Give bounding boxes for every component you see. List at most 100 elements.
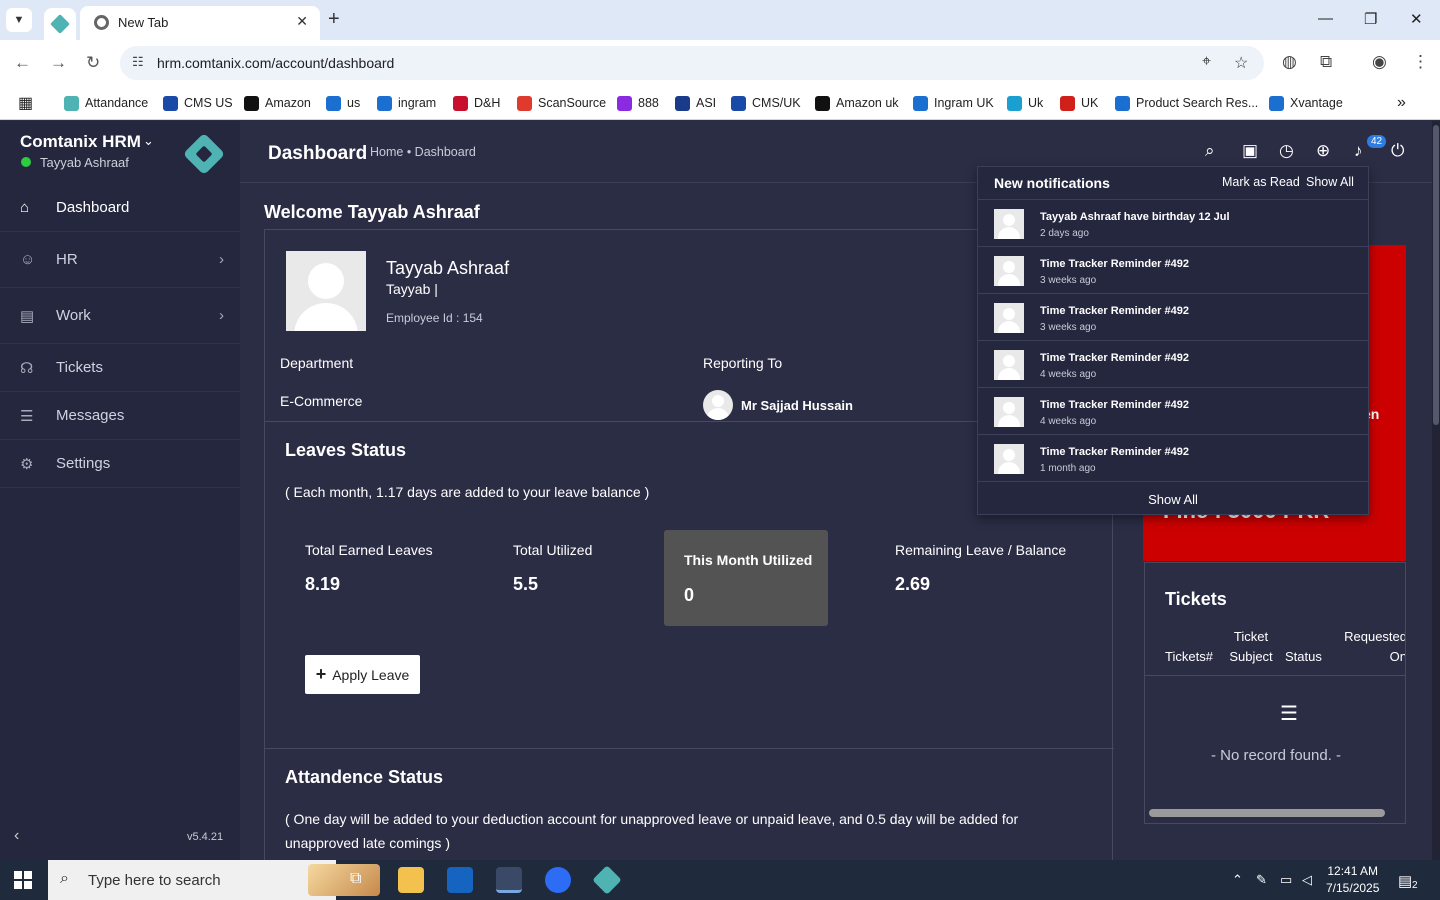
screen: ▼ New Tab ✕ + — ❐ ✕ ← → ↻ ☷ hrm.comtanix… bbox=[0, 0, 1440, 900]
file-explorer-icon[interactable] bbox=[398, 867, 424, 893]
notification-item[interactable]: Tayyab Ashraaf have birthday 12 Jul 2 da… bbox=[978, 199, 1368, 246]
new-tab-button[interactable]: + bbox=[328, 9, 340, 29]
notification-text: Tayyab Ashraaf have birthday 12 Jul bbox=[1040, 211, 1230, 223]
stat-remaining-label: Remaining Leave / Balance bbox=[895, 542, 1067, 558]
forward-button[interactable]: → bbox=[50, 53, 67, 73]
active-tab[interactable]: New Tab ✕ bbox=[80, 6, 320, 40]
sidebar-item-dashboard[interactable]: ⌂ Dashboard bbox=[0, 184, 240, 232]
bookmark-favicon-icon bbox=[913, 95, 928, 111]
list-icon: ☰ bbox=[1280, 703, 1298, 725]
amazon-icon bbox=[815, 95, 830, 111]
bookmark-uk-2[interactable]: UK bbox=[1060, 93, 1098, 113]
bookmark-amazon[interactable]: Amazon bbox=[244, 93, 311, 113]
page-scrollbar[interactable] bbox=[1432, 121, 1440, 860]
menu-icon[interactable]: ⋮ bbox=[1412, 52, 1429, 72]
breadcrumb[interactable]: Home • Dashboard bbox=[370, 145, 476, 159]
bookmark-scansource[interactable]: ScanSource bbox=[517, 93, 606, 113]
windows-start-icon[interactable] bbox=[14, 871, 32, 889]
mark-as-read-link[interactable]: Mark as Read bbox=[1222, 175, 1300, 189]
bookmark-xvantage[interactable]: Xvantage bbox=[1269, 93, 1343, 113]
minimize-button[interactable]: — bbox=[1318, 10, 1333, 27]
apply-leave-label: Apply Leave bbox=[332, 666, 410, 683]
notification-item[interactable]: Time Tracker Reminder #492 1 month ago bbox=[978, 434, 1368, 481]
action-center-count: 2 bbox=[1412, 880, 1418, 891]
bookmark-dh[interactable]: D&H bbox=[453, 93, 500, 113]
action-center-icon[interactable]: ▤ bbox=[1398, 872, 1412, 890]
chrome-taskbar-icon[interactable] bbox=[496, 867, 522, 893]
apps-grid-icon[interactable]: ▦ bbox=[18, 93, 33, 113]
col-requested-on: Requested On bbox=[1344, 629, 1406, 664]
sidebar-user-name: Tayyab Ashraaf bbox=[40, 155, 129, 170]
clock-icon[interactable]: ◷ bbox=[1279, 141, 1294, 161]
volume-icon[interactable]: ◁ bbox=[1302, 872, 1312, 888]
back-button[interactable]: ← bbox=[14, 53, 31, 73]
bookmark-ingram-uk[interactable]: Ingram UK bbox=[913, 93, 994, 113]
tab-close-icon[interactable]: ✕ bbox=[296, 13, 308, 30]
bookmark-ingram[interactable]: ingram bbox=[377, 93, 436, 113]
pen-icon[interactable]: ✎ bbox=[1256, 872, 1267, 888]
notification-time: 4 weeks ago bbox=[1040, 416, 1097, 427]
attendance-status-title: Attandence Status bbox=[285, 767, 444, 787]
outlook-icon[interactable] bbox=[447, 867, 473, 893]
bookmark-amazon-uk[interactable]: Amazon uk bbox=[815, 93, 899, 113]
notification-item[interactable]: Time Tracker Reminder #492 4 weeks ago bbox=[978, 340, 1368, 387]
stat-remaining-value: 2.69 bbox=[895, 574, 931, 594]
translate-icon[interactable]: ◍ bbox=[1282, 52, 1297, 72]
network-icon[interactable]: ▭ bbox=[1280, 872, 1292, 888]
bell-icon[interactable]: ♪ bbox=[1354, 141, 1363, 161]
pinned-tab[interactable] bbox=[44, 8, 76, 40]
search-icon[interactable]: ⌕ bbox=[1205, 141, 1215, 161]
bookmark-product-search[interactable]: Product Search Res... bbox=[1115, 93, 1258, 113]
sidebar-item-messages[interactable]: ☰ Messages bbox=[0, 392, 240, 440]
avatar bbox=[994, 256, 1024, 286]
url-text[interactable]: hrm.comtanix.com/account/dashboard bbox=[157, 55, 394, 71]
notification-text: Time Tracker Reminder #492 bbox=[1040, 446, 1189, 458]
horizontal-scrollbar[interactable] bbox=[1149, 809, 1385, 817]
sidebar-item-work[interactable]: ▤ Work › bbox=[0, 288, 240, 344]
notification-item[interactable]: Time Tracker Reminder #492 3 weeks ago bbox=[978, 293, 1368, 340]
brand-name[interactable]: Comtanix HRM bbox=[20, 132, 141, 152]
sidebar-item-label: Work bbox=[56, 307, 91, 324]
notification-item[interactable]: Time Tracker Reminder #492 3 weeks ago bbox=[978, 246, 1368, 293]
tab-search-button[interactable]: ▼ bbox=[6, 8, 32, 32]
bookmark-favicon-icon bbox=[731, 95, 746, 111]
close-window-button[interactable]: ✕ bbox=[1410, 10, 1423, 28]
profile-icon[interactable]: ◉ bbox=[1372, 52, 1387, 72]
collapse-sidebar-icon[interactable]: ‹ bbox=[14, 827, 19, 845]
notes-icon[interactable]: ▣ bbox=[1242, 141, 1258, 161]
bookmark-uk-1[interactable]: Uk bbox=[1007, 93, 1043, 113]
more-bookmarks-button[interactable]: » bbox=[1397, 93, 1406, 113]
show-all-link[interactable]: Show All bbox=[1306, 175, 1354, 189]
location-icon[interactable]: ⌖ bbox=[1202, 53, 1211, 71]
bookmark-888[interactable]: 888 bbox=[617, 93, 659, 113]
sidebar-item-tickets[interactable]: ☊ Tickets bbox=[0, 344, 240, 392]
show-all-footer-link[interactable]: Show All bbox=[978, 481, 1368, 515]
bookmark-cms-us[interactable]: CMS US bbox=[163, 93, 233, 113]
power-icon[interactable]: ⏻ bbox=[1391, 141, 1404, 161]
task-view-icon[interactable]: ⧉ bbox=[350, 870, 361, 888]
restore-button[interactable]: ❐ bbox=[1364, 10, 1377, 28]
comtanix-taskbar-icon[interactable] bbox=[592, 865, 622, 895]
chevron-down-icon[interactable]: ⌄ bbox=[143, 133, 154, 149]
show-hidden-icons-icon[interactable]: ⌃ bbox=[1232, 872, 1243, 888]
reload-button[interactable]: ↻ bbox=[86, 53, 100, 73]
bookmark-asi[interactable]: ASI bbox=[675, 93, 716, 113]
notification-item[interactable]: Time Tracker Reminder #492 4 weeks ago bbox=[978, 387, 1368, 434]
zoom-icon[interactable] bbox=[545, 867, 571, 893]
scrollbar-thumb[interactable] bbox=[1433, 125, 1439, 425]
bookmark-us[interactable]: us bbox=[326, 93, 360, 113]
sidebar-item-hr[interactable]: ☺ HR › bbox=[0, 232, 240, 288]
bookmark-attandance[interactable]: Attandance bbox=[64, 93, 148, 113]
taskbar-search-box[interactable]: ⌕ Type here to search bbox=[48, 860, 380, 900]
bookmark-cms-uk[interactable]: CMS/UK bbox=[731, 93, 801, 113]
sidebar-item-settings[interactable]: ⚙ Settings bbox=[0, 440, 240, 488]
extensions-icon[interactable]: ⧉ bbox=[1320, 52, 1332, 72]
notification-text: Time Tracker Reminder #492 bbox=[1040, 305, 1189, 317]
search-icon: ⌕ bbox=[60, 870, 69, 887]
apply-leave-button[interactable]: + Apply Leave bbox=[305, 655, 420, 694]
add-circle-icon[interactable]: ⊕ bbox=[1316, 141, 1330, 161]
system-clock[interactable]: 12:41 AM 7/15/2025 bbox=[1326, 863, 1379, 897]
bookmark-star-icon[interactable]: ☆ bbox=[1234, 53, 1248, 73]
site-info-icon[interactable]: ☷ bbox=[132, 54, 144, 70]
address-bar[interactable]: ☷ hrm.comtanix.com/account/dashboard ⌖ ☆ bbox=[120, 46, 1264, 80]
